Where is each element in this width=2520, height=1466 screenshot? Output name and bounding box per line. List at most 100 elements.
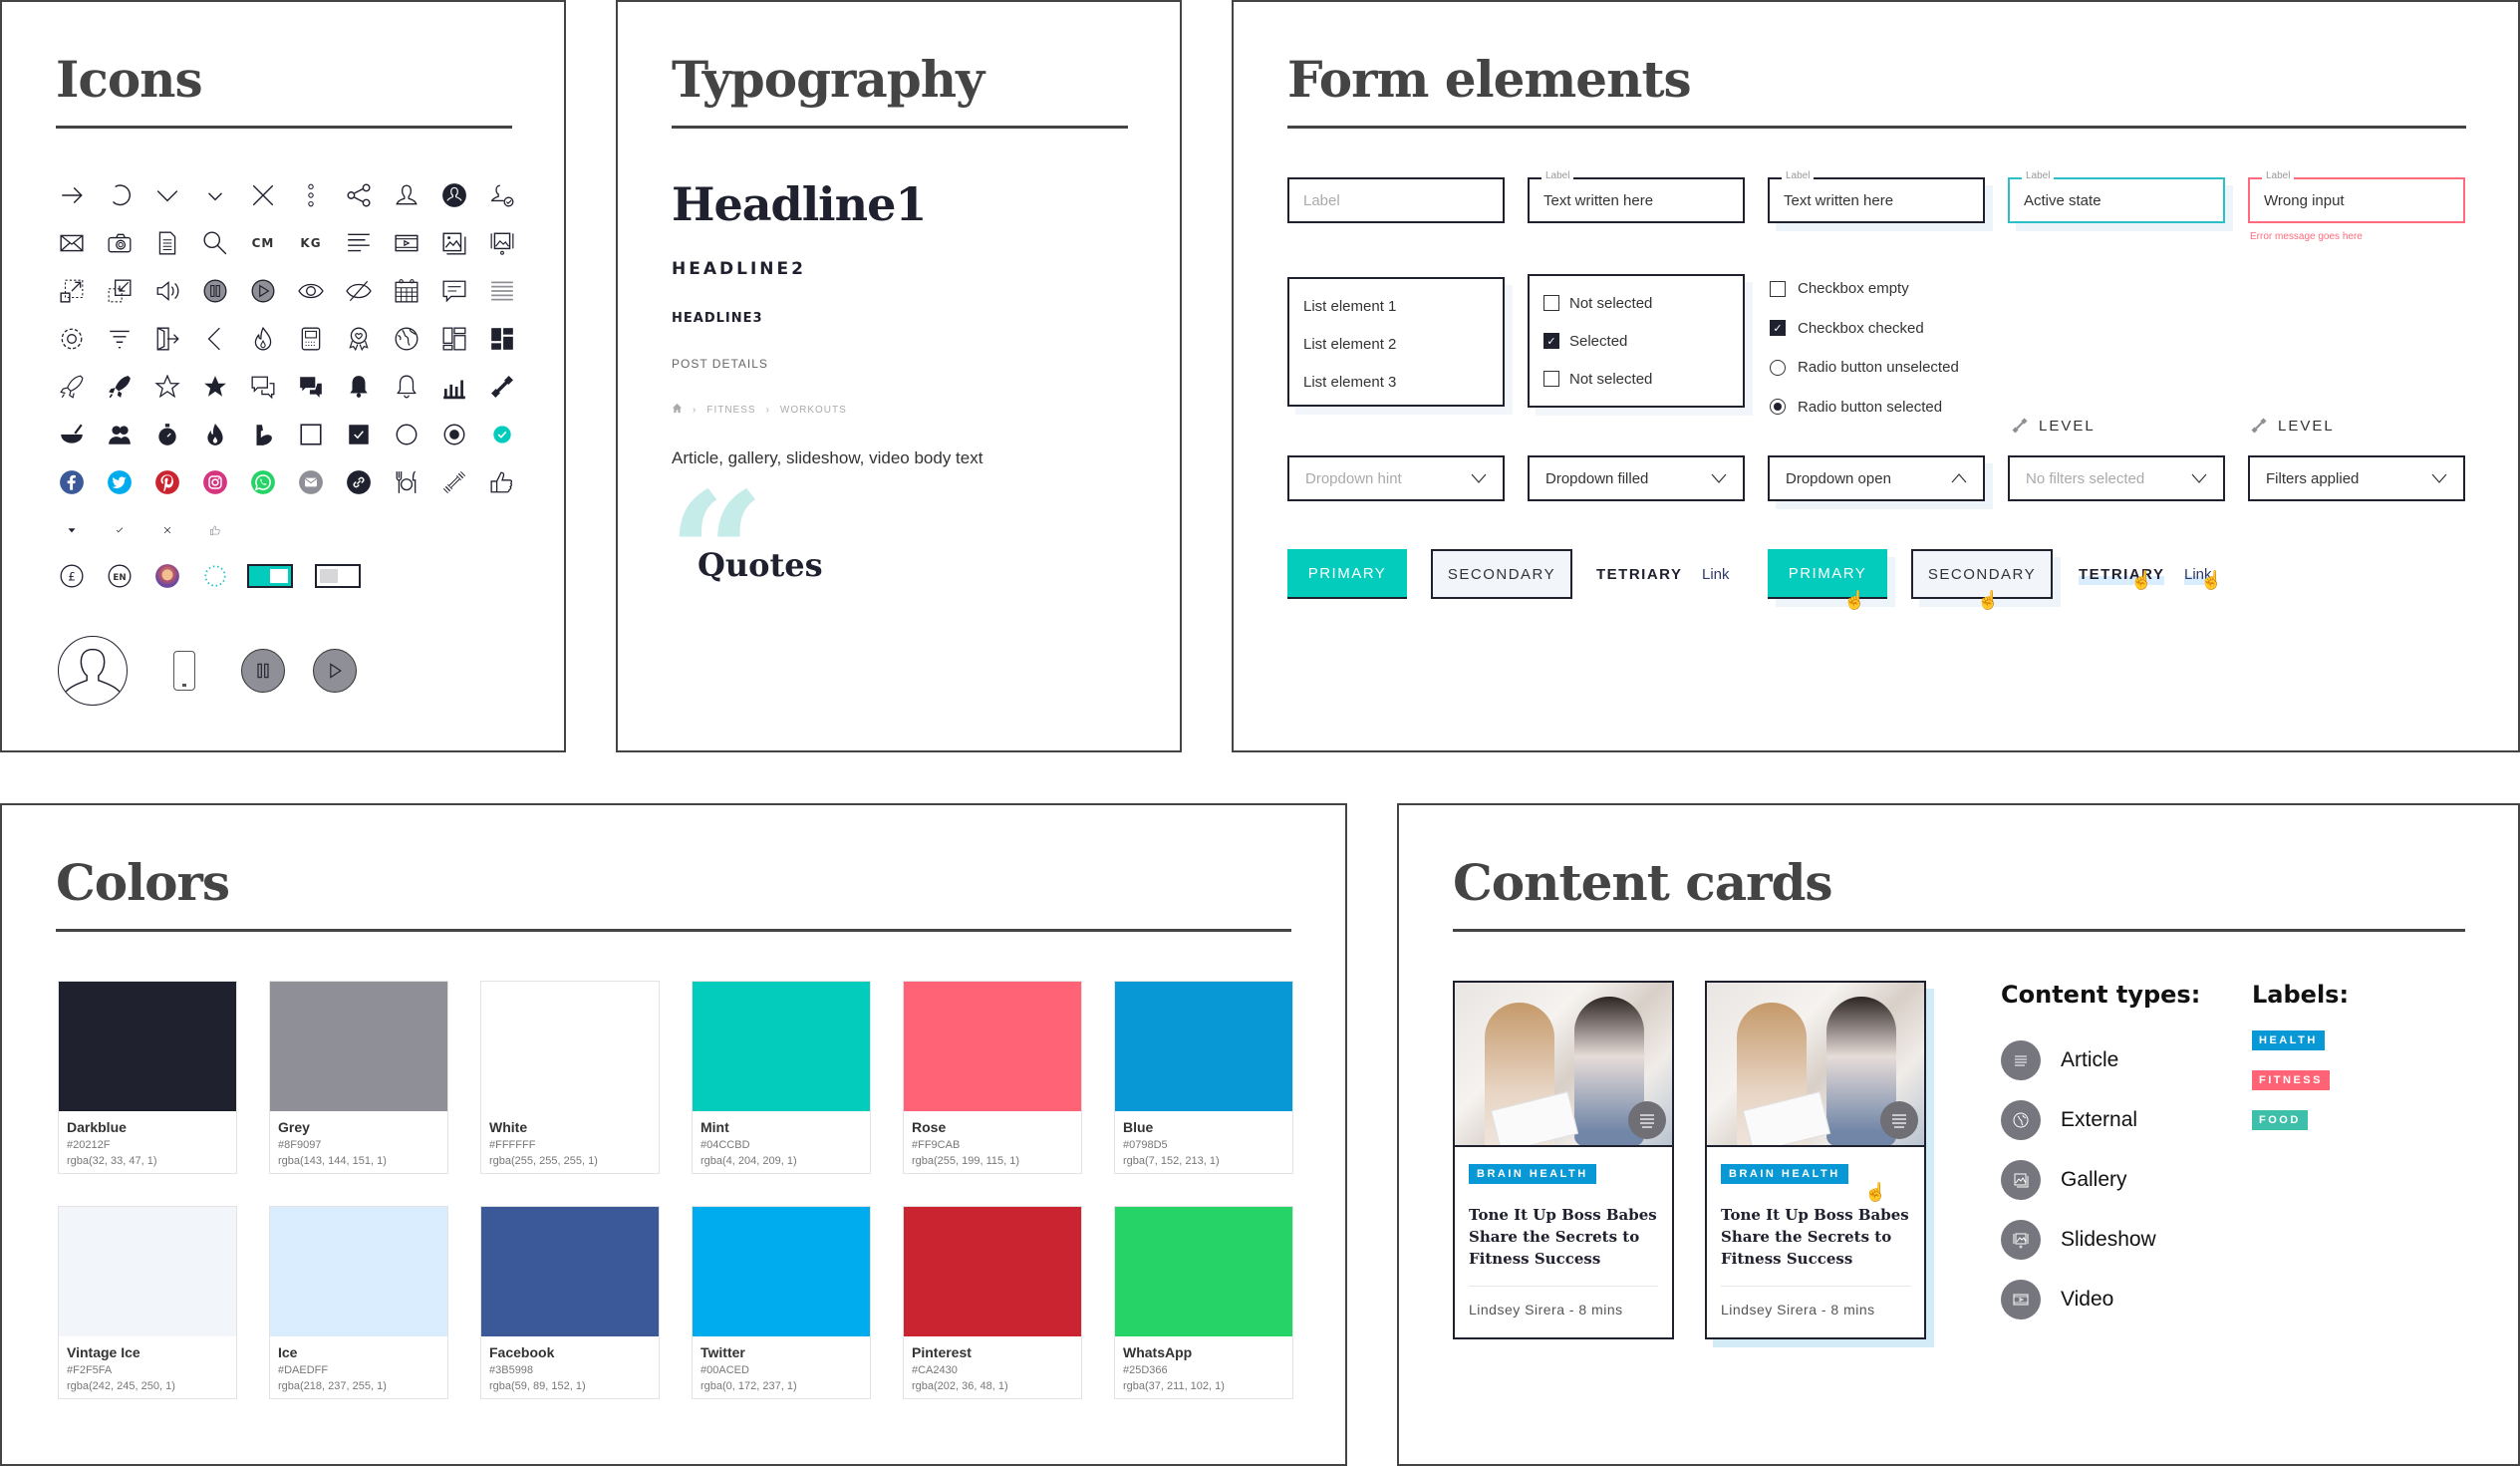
dropdown-hint[interactable]: Dropdown hint: [1287, 455, 1505, 501]
star-outline-icon[interactable]: [143, 363, 191, 411]
link-button[interactable]: Link: [1702, 549, 1730, 599]
input-filled[interactable]: Label Text written here: [1528, 170, 1745, 223]
card-image[interactable]: [1455, 983, 1672, 1147]
checkbox-empty-icon[interactable]: [287, 411, 335, 458]
checkbox-empty-icon[interactable]: [1770, 280, 1786, 297]
muscle-icon[interactable]: [239, 411, 287, 458]
pause-icon[interactable]: [191, 267, 239, 315]
dropdown-open[interactable]: Dropdown open: [1768, 455, 1985, 501]
label-tag-food[interactable]: FOOD: [2252, 1110, 2308, 1130]
checkbox-checked[interactable]: ✓ Checkbox checked: [1770, 309, 1959, 349]
video-icon[interactable]: [383, 219, 430, 267]
user-avatar-placeholder-icon[interactable]: [58, 636, 128, 706]
card-image[interactable]: [1707, 983, 1924, 1147]
radio-selected-icon[interactable]: [430, 411, 478, 458]
comment-icon[interactable]: [430, 267, 478, 315]
primary-button-hover[interactable]: PRIMARY: [1768, 549, 1887, 599]
logout-icon[interactable]: [143, 315, 191, 363]
collapse-icon[interactable]: [96, 267, 143, 315]
caret-down-icon[interactable]: [48, 506, 96, 554]
radio-unselected[interactable]: Radio button unselected: [1770, 348, 1959, 388]
more-vertical-icon[interactable]: [287, 171, 335, 219]
gallery-icon[interactable]: [430, 219, 478, 267]
bowl-icon[interactable]: [48, 411, 96, 458]
home-icon[interactable]: [672, 403, 683, 417]
link-icon[interactable]: [335, 458, 383, 506]
tertiary-button[interactable]: TETRIARY: [1596, 549, 1682, 599]
check-circle-mint-icon[interactable]: [478, 411, 526, 458]
label-tag-fitness[interactable]: FITNESS: [2252, 1070, 2330, 1090]
breadcrumb-item-fitness[interactable]: FITNESS: [706, 405, 755, 416]
radio-selected-icon[interactable]: [1770, 399, 1786, 416]
globe-icon[interactable]: [383, 315, 430, 363]
card-title[interactable]: Tone It Up Boss Babes Share the Secrets …: [1469, 1204, 1658, 1270]
list-item[interactable]: List element 1: [1303, 287, 1489, 325]
chevron-down-icon[interactable]: [143, 171, 191, 219]
checkbox-checked-icon[interactable]: ✓: [1770, 320, 1786, 337]
thumbs-up-small-icon[interactable]: [191, 506, 239, 554]
secondary-button[interactable]: SECONDARY: [1431, 549, 1572, 599]
share-icon[interactable]: [335, 171, 383, 219]
checkbox-empty-icon[interactable]: [1543, 295, 1559, 311]
input-placeholder[interactable]: Label: [1287, 177, 1505, 223]
slideshow-icon[interactable]: [478, 219, 526, 267]
rocket-outline-icon[interactable]: [48, 363, 96, 411]
kg-unit-icon[interactable]: KG: [287, 219, 335, 267]
email-share-icon[interactable]: [287, 458, 335, 506]
volume-icon[interactable]: [143, 267, 191, 315]
check-small-icon[interactable]: [96, 506, 143, 554]
users-icon[interactable]: [96, 411, 143, 458]
content-card-hover[interactable]: BRAIN HEALTH ☝ Tone It Up Boss Babes Sha…: [1705, 981, 1926, 1339]
filter-dropdown-applied[interactable]: Filters applied: [2248, 455, 2465, 501]
layout-outline-icon[interactable]: [430, 315, 478, 363]
pinterest-icon[interactable]: [143, 458, 191, 506]
close-small-icon[interactable]: [143, 506, 191, 554]
dropdown-filled[interactable]: Dropdown filled: [1528, 455, 1745, 501]
toggle-off[interactable]: [315, 564, 361, 588]
thumbs-up-icon[interactable]: [478, 458, 526, 506]
filter-dropdown-empty[interactable]: No filters selected: [2008, 455, 2225, 501]
user-check-icon[interactable]: [478, 171, 526, 219]
input-focused[interactable]: Label Text written here: [1768, 170, 1985, 223]
arrow-right-icon[interactable]: [48, 171, 96, 219]
card-title[interactable]: Tone It Up Boss Babes Share the Secrets …: [1721, 1204, 1910, 1270]
close-icon[interactable]: [239, 171, 287, 219]
text-align-icon[interactable]: [335, 219, 383, 267]
list-item[interactable]: List element 3: [1303, 363, 1489, 401]
cm-unit-icon[interactable]: CM: [239, 219, 287, 267]
instagram-icon[interactable]: [191, 458, 239, 506]
label-tag-health[interactable]: HEALTH: [2252, 1030, 2325, 1050]
list-item[interactable]: List element 2: [1303, 325, 1489, 363]
currency-icon[interactable]: £: [48, 552, 96, 600]
bell-filled-icon[interactable]: [335, 363, 383, 411]
chat-filled-icon[interactable]: [287, 363, 335, 411]
checklist-item[interactable]: ✓ Selected: [1543, 322, 1729, 360]
checklist-item[interactable]: Not selected: [1543, 360, 1729, 398]
dumbbell-outline-icon[interactable]: [430, 458, 478, 506]
refresh-icon[interactable]: [96, 171, 143, 219]
radio-selected[interactable]: Radio button selected: [1770, 388, 1959, 428]
content-card[interactable]: BRAIN HEALTH Tone It Up Boss Babes Share…: [1453, 981, 1674, 1339]
checkbox-empty[interactable]: Checkbox empty: [1770, 269, 1959, 309]
checklist-item[interactable]: Not selected: [1543, 284, 1729, 322]
document-icon[interactable]: [143, 219, 191, 267]
chevron-down-small-icon[interactable]: [191, 171, 239, 219]
layout-filled-icon[interactable]: [478, 315, 526, 363]
breadcrumb-item-workouts[interactable]: WORKOUTS: [780, 405, 847, 416]
stopwatch-icon[interactable]: [143, 411, 191, 458]
eye-off-icon[interactable]: [335, 267, 383, 315]
avatar-photo-icon[interactable]: [143, 552, 191, 600]
checkbox-empty-icon[interactable]: [1543, 371, 1559, 387]
checkbox-checked-icon[interactable]: [335, 411, 383, 458]
checkbox-checked-icon[interactable]: ✓: [1543, 333, 1559, 349]
eye-icon[interactable]: [287, 267, 335, 315]
user-filled-icon[interactable]: [430, 171, 478, 219]
category-label[interactable]: BRAIN HEALTH: [1721, 1164, 1848, 1184]
flame-filled-icon[interactable]: [191, 411, 239, 458]
rocket-filled-icon[interactable]: [96, 363, 143, 411]
calendar-icon[interactable]: [383, 267, 430, 315]
expand-icon[interactable]: [48, 267, 96, 315]
play-button-icon[interactable]: [313, 649, 357, 693]
twitter-icon[interactable]: [96, 458, 143, 506]
toggle-on[interactable]: [247, 564, 293, 588]
